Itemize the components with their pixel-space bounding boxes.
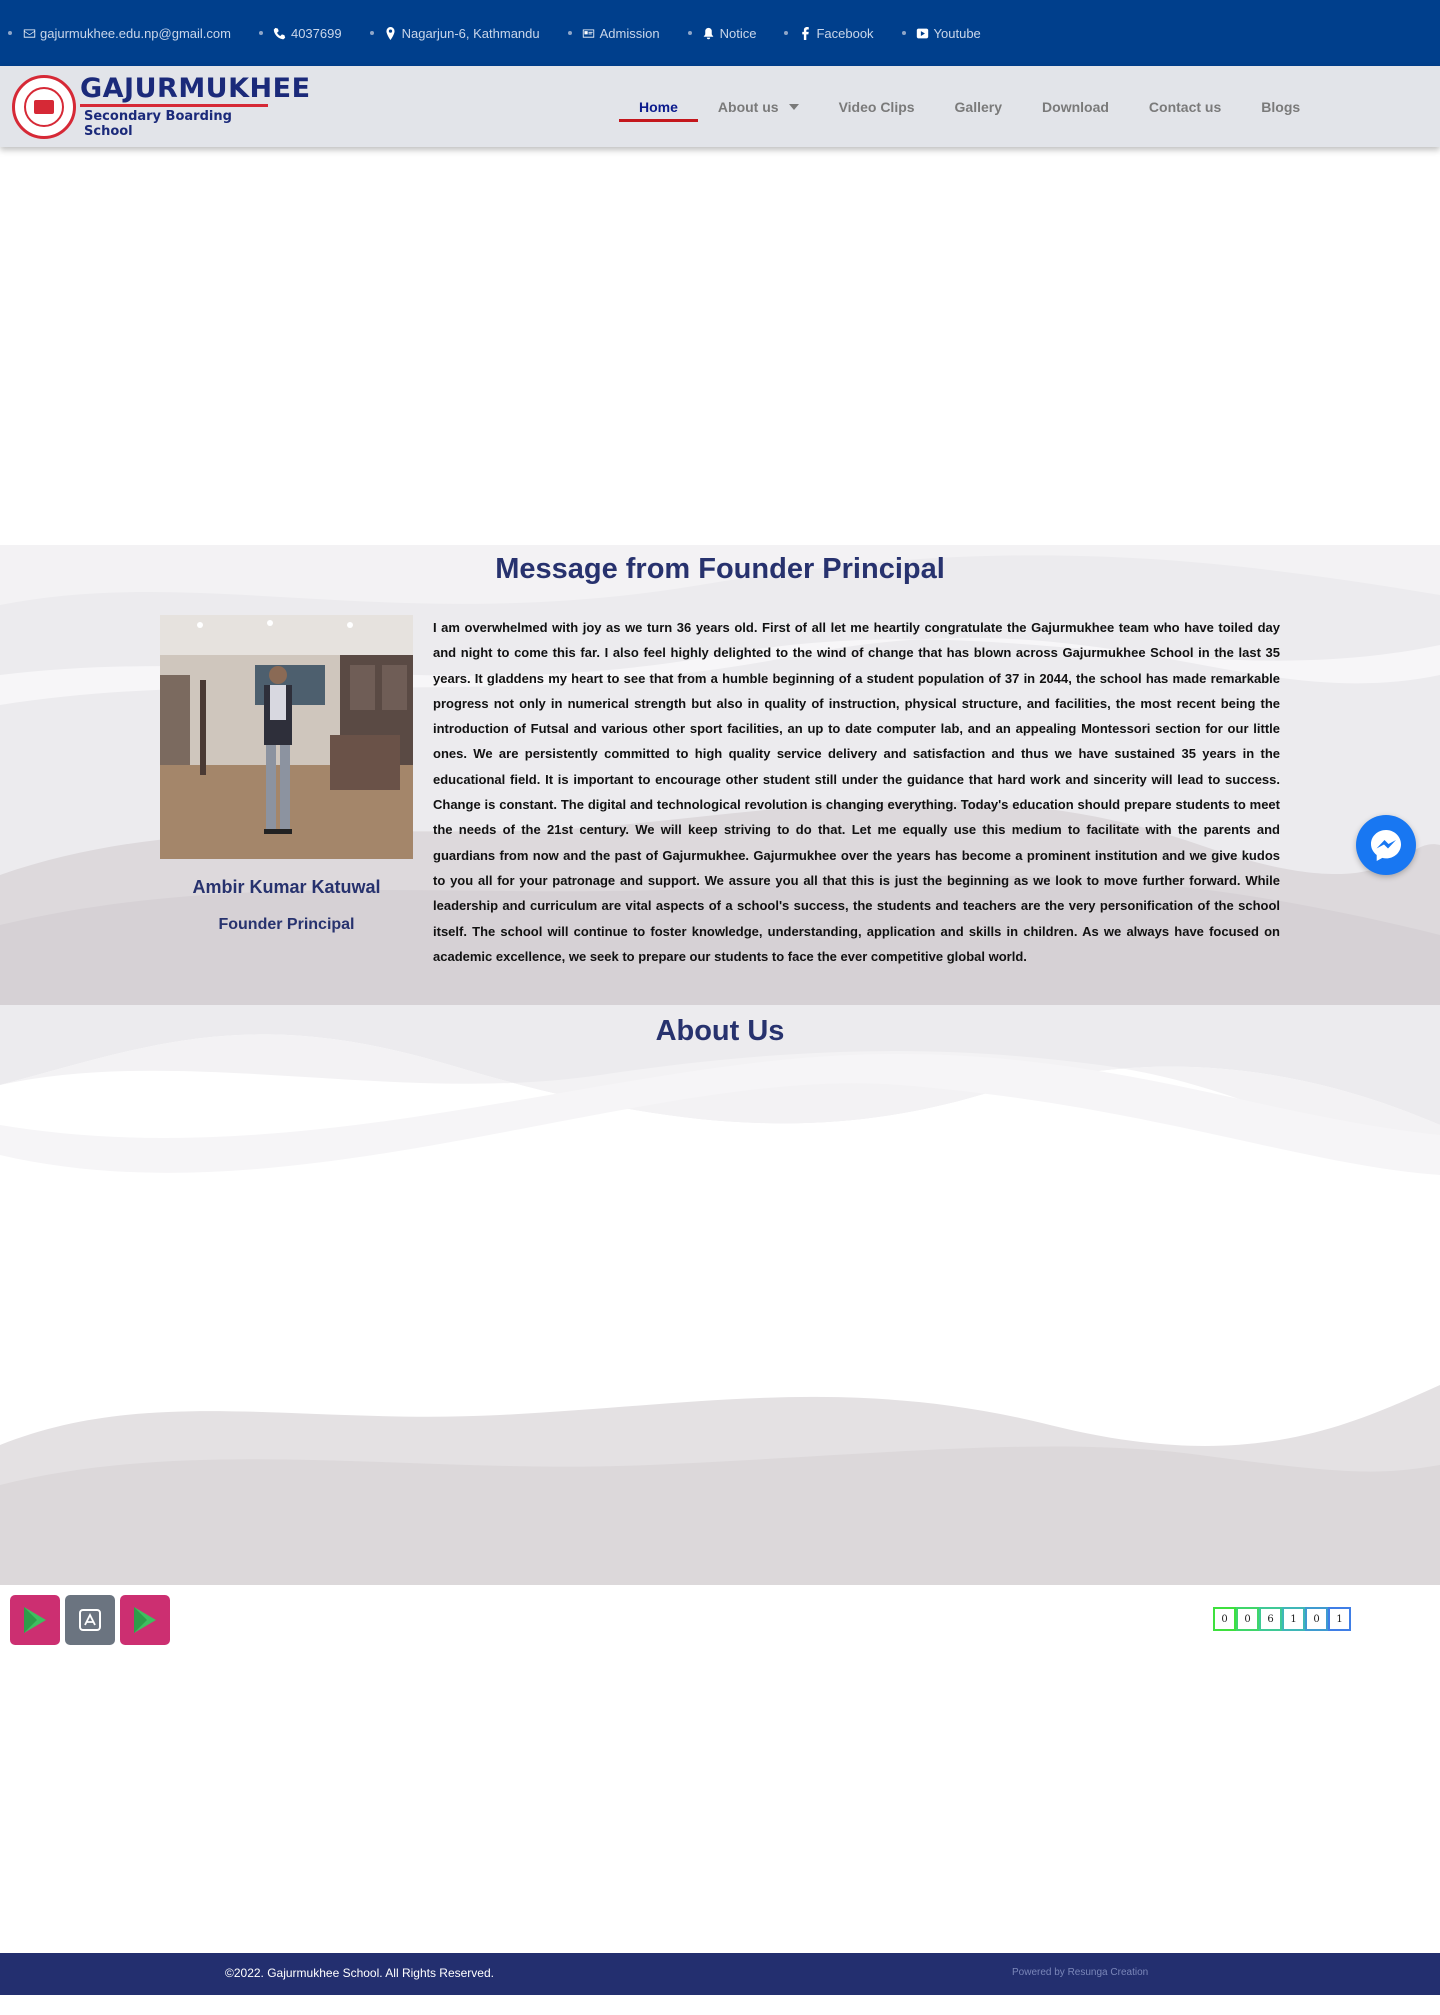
app-store-button[interactable] <box>65 1595 115 1645</box>
background-waves <box>0 1005 1440 1585</box>
id-card-icon <box>582 26 596 40</box>
main-nav: Home About us Video Clips Gallery Downlo… <box>619 66 1320 147</box>
youtube-icon <box>916 26 930 40</box>
founder-photo-image <box>160 615 413 859</box>
founder-role: Founder Principal <box>218 916 355 933</box>
google-play-button-2[interactable] <box>120 1595 170 1645</box>
nav-blogs[interactable]: Blogs <box>1241 66 1320 147</box>
facebook-icon <box>798 26 812 40</box>
topbar-youtube-label: Youtube <box>933 25 981 41</box>
founder-message-section: Message from Founder Principal Ambir Kum… <box>0 545 1440 1005</box>
visitor-counter: 0 0 6 1 0 1 <box>1213 1607 1351 1631</box>
bullet-dot <box>901 31 906 35</box>
bullet-dot <box>258 31 263 35</box>
nav-gallery-label: Gallery <box>954 98 1003 115</box>
bullet-dot <box>784 31 789 35</box>
nav-contact-label: Contact us <box>1148 98 1222 115</box>
play-store-icon <box>24 1607 46 1633</box>
top-contact-list: gajurmukhee.edu.np@gmail.com 4037699 Nag… <box>0 0 1440 66</box>
about-us-heading: About Us <box>655 1015 785 1047</box>
about-us-section: About Us <box>0 1005 1440 1585</box>
messenger-chat-button[interactable] <box>1356 815 1416 875</box>
play-store-icon <box>134 1607 156 1633</box>
nav-blogs-label: Blogs <box>1261 98 1301 115</box>
nav-home[interactable]: Home <box>619 66 698 147</box>
topbar-address[interactable]: Nagarjun-6, Kathmandu <box>369 25 540 41</box>
founder-message-text: I am overwhelmed with joy as we turn 36 … <box>433 620 1280 964</box>
counter-digit: 0 <box>1236 1607 1259 1631</box>
topbar-admission-link[interactable]: Admission <box>567 25 660 41</box>
nav-contact-us[interactable]: Contact us <box>1129 66 1241 147</box>
founder-name: Ambir Kumar Katuwal <box>192 877 381 897</box>
logo-title: GAJURMUKHEE <box>80 73 311 104</box>
nav-gallery[interactable]: Gallery <box>935 66 1022 147</box>
nav-video-label: Video Clips <box>838 98 915 115</box>
school-logo[interactable]: GAJURMUKHEE Secondary Boarding School <box>12 75 311 139</box>
chevron-down-icon <box>788 103 799 110</box>
logo-text: GAJURMUKHEE Secondary Boarding School <box>80 75 311 139</box>
topbar-phone[interactable]: 4037699 <box>258 25 342 41</box>
topbar-notice-link[interactable]: Notice <box>687 25 757 41</box>
map-marker-icon <box>384 26 398 40</box>
bullet-dot <box>567 31 572 35</box>
topbar-address-label: Nagarjun-6, Kathmandu <box>401 25 540 41</box>
site-header: GAJURMUKHEE Secondary Boarding School Ho… <box>0 66 1440 147</box>
nav-video-clips[interactable]: Video Clips <box>819 66 935 147</box>
topbar-youtube-link[interactable]: Youtube <box>901 25 981 41</box>
topbar-admission-label: Admission <box>599 25 660 41</box>
bullet-dot <box>369 31 374 35</box>
founder-message-heading: Message from Founder Principal <box>495 553 945 585</box>
counter-digit: 1 <box>1282 1607 1305 1631</box>
nav-download[interactable]: Download <box>1022 66 1129 147</box>
powered-by-link[interactable]: Powered by Resunga Creation <box>1012 1967 1148 1978</box>
copyright-text: ©2022. Gajurmukhee School. All Rights Re… <box>225 1966 494 1980</box>
counter-digit: 0 <box>1305 1607 1328 1631</box>
site-footer: ©2022. Gajurmukhee School. All Rights Re… <box>0 1953 1440 1995</box>
counter-digit: 0 <box>1213 1607 1236 1631</box>
bell-icon <box>702 26 716 40</box>
phone-icon <box>273 26 287 40</box>
top-contact-bar: gajurmukhee.edu.np@gmail.com 4037699 Nag… <box>0 0 1440 66</box>
nav-about-us[interactable]: About us <box>698 66 819 147</box>
nav-home-label: Home <box>639 98 678 115</box>
bullet-dot <box>8 31 12 35</box>
seal-inner-ring <box>24 87 64 127</box>
counter-digit: 6 <box>1259 1607 1282 1631</box>
google-play-button[interactable] <box>10 1595 60 1645</box>
counter-digit: 1 <box>1328 1607 1351 1631</box>
book-icon <box>34 100 54 114</box>
topbar-facebook-label: Facebook <box>816 25 874 41</box>
bullet-dot <box>687 31 692 35</box>
topbar-facebook-link[interactable]: Facebook <box>784 25 874 41</box>
topbar-phone-label: 4037699 <box>290 25 342 41</box>
app-download-buttons <box>10 1595 175 1645</box>
nav-download-label: Download <box>1042 98 1109 115</box>
topbar-email-label: gajurmukhee.edu.np@gmail.com <box>40 25 231 41</box>
school-seal-icon <box>12 75 76 139</box>
topbar-notice-label: Notice <box>719 25 757 41</box>
logo-subtitle: Secondary Boarding School <box>80 104 268 139</box>
founder-photo <box>160 615 413 859</box>
envelope-icon <box>22 26 36 40</box>
topbar-email[interactable]: gajurmukhee.edu.np@gmail.com <box>8 26 231 41</box>
nav-about-label: About us <box>717 98 779 115</box>
hero-banner-area <box>0 147 1440 545</box>
app-store-icon <box>79 1609 101 1631</box>
messenger-icon <box>1371 830 1401 861</box>
